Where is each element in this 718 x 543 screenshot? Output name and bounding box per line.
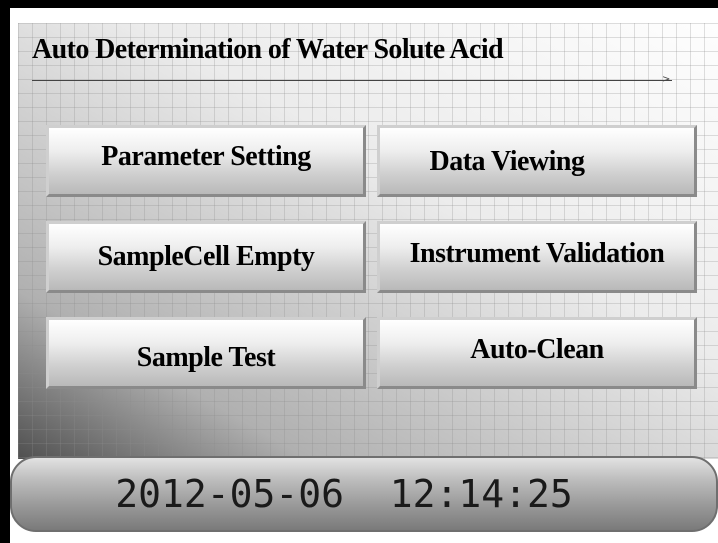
data-viewing-button[interactable]: Data Viewing (377, 125, 697, 197)
parameter-setting-label: Parameter Setting (101, 141, 311, 172)
display-frame-top (0, 0, 718, 8)
samplecell-empty-button[interactable]: SampleCell Empty (46, 221, 366, 293)
title-underline (32, 80, 672, 81)
device-display: Auto Determination of Water Solute Acid … (0, 0, 718, 543)
screen: Auto Determination of Water Solute Acid … (10, 8, 718, 543)
auto-clean-label: Auto-Clean (470, 334, 604, 365)
auto-clean-button[interactable]: Auto-Clean (377, 317, 697, 389)
instrument-validation-label: Instrument Validation (409, 238, 665, 269)
datetime-display: 2012-05-06 12:14:25 (115, 472, 573, 516)
status-bar: 2012-05-06 12:14:25 (10, 456, 718, 532)
sample-test-label: Sample Test (136, 342, 276, 373)
data-viewing-label: Data Viewing (429, 146, 586, 177)
instrument-validation-button[interactable]: Instrument Validation (377, 221, 697, 293)
arrow-right-icon: > (662, 74, 671, 85)
display-frame-left (0, 0, 10, 543)
sample-test-button[interactable]: Sample Test (46, 317, 366, 389)
samplecell-empty-label: SampleCell Empty (97, 241, 315, 272)
parameter-setting-button[interactable]: Parameter Setting (46, 125, 366, 197)
page-title: Auto Determination of Water Solute Acid (32, 34, 504, 65)
